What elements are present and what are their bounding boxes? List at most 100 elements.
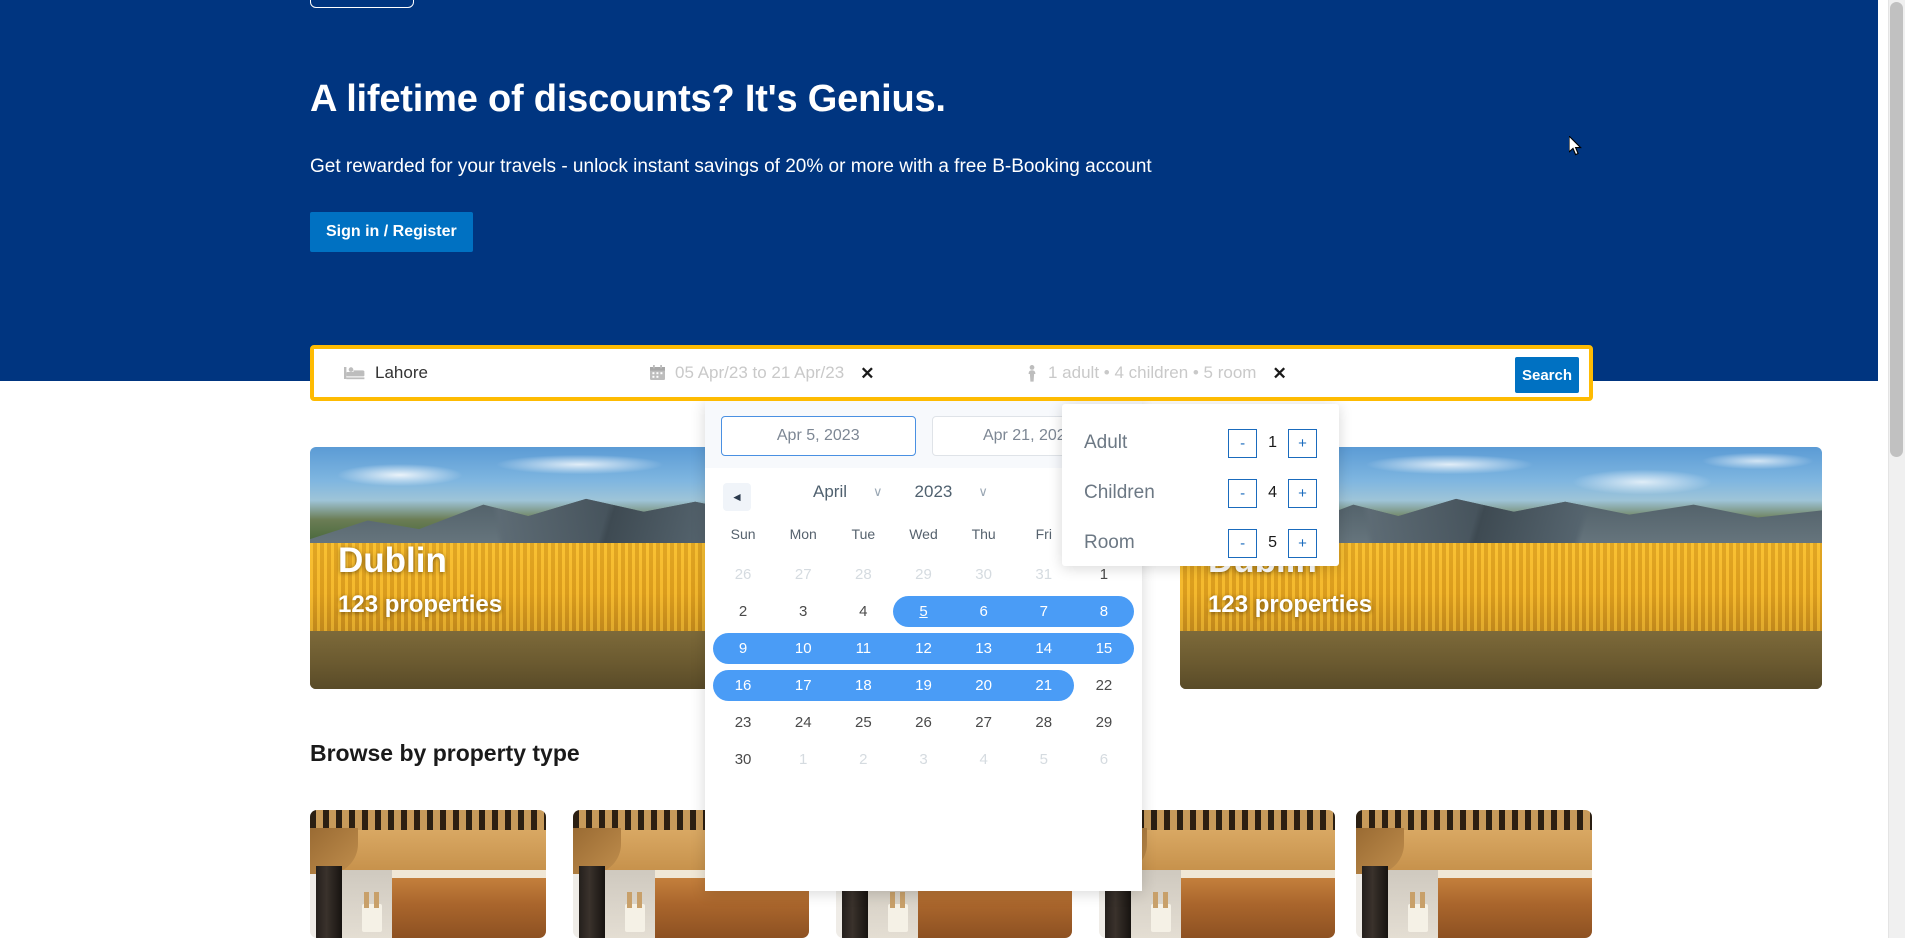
photo-lamp [625, 892, 645, 932]
calendar-week-row: 9 10 11 12 13 14 15 [705, 630, 1142, 667]
destination-field[interactable]: Lahore [314, 349, 650, 397]
increment-room-button[interactable]: + [1288, 528, 1317, 558]
guests-field[interactable]: 1 adult • 4 children • 5 room ✕ [1026, 349, 1416, 397]
guest-row-room: Room -5 + [1084, 518, 1317, 568]
calendar-day[interactable]: 27 [954, 707, 1014, 738]
decrement-children-button[interactable]: - [1228, 478, 1258, 508]
calendar-day[interactable]: 22 [1074, 670, 1134, 701]
hero-banner: A lifetime of discounts? It's Genius. Ge… [0, 0, 1878, 381]
property-type-card[interactable] [310, 810, 546, 938]
calendar-day[interactable]: 14 [1014, 633, 1074, 664]
start-date-input[interactable]: Apr 5, 2023 [721, 416, 916, 456]
calendar-icon [650, 365, 665, 381]
calendar-day[interactable]: 2 [713, 596, 773, 627]
calendar-day[interactable]: 7 [1014, 596, 1074, 627]
clear-dates-icon[interactable]: ✕ [860, 365, 874, 382]
photo-curtain [316, 866, 342, 938]
photo-lamp [362, 892, 382, 932]
guest-stepper: -1 + [1228, 428, 1317, 458]
previous-month-button[interactable]: ◄ [723, 483, 751, 511]
calendar-day: 27 [794, 566, 812, 583]
sign-in-register-button[interactable]: Sign in / Register [310, 212, 473, 252]
calendar-day[interactable]: 3 [773, 596, 833, 627]
chevron-down-icon: ∨ [978, 484, 988, 499]
calendar-day[interactable]: 24 [773, 707, 833, 738]
photo-lamp [888, 892, 908, 932]
guest-row-children: Children -4 + [1084, 468, 1317, 518]
calendar-day: 28 [855, 566, 872, 583]
photo-curtain [579, 866, 605, 938]
guest-label: Adult [1084, 432, 1128, 453]
month-select[interactable]: April ∨ [813, 482, 883, 502]
calendar-day[interactable]: 6 [954, 596, 1014, 627]
dates-value: 05 Apr/23 to 21 Apr/23 [675, 363, 845, 382]
calendar-weekday: Mon [789, 526, 817, 542]
calendar-day[interactable]: 12 [893, 633, 953, 664]
property-type-photo [310, 810, 546, 938]
dates-field[interactable]: 05 Apr/23 to 21 Apr/23 ✕ [650, 349, 1026, 397]
property-type-card[interactable] [1356, 810, 1592, 938]
calendar-day: 6 [1099, 751, 1109, 768]
calendar-day[interactable]: 13 [954, 633, 1014, 664]
search-button[interactable]: Search [1515, 357, 1579, 393]
guest-stepper: -5 + [1228, 528, 1317, 558]
calendar-day[interactable]: 29 [1074, 707, 1134, 738]
destination-properties-count: 123 properties [338, 591, 503, 618]
children-count: 4 [1268, 484, 1277, 501]
calendar-day: 4 [979, 751, 988, 768]
calendar-day[interactable]: 23 [713, 707, 773, 738]
photo-lamp [1408, 892, 1428, 932]
calendar-day[interactable]: 28 [1014, 707, 1074, 738]
destination-properties-count: 123 properties [1208, 591, 1373, 618]
calendar-day: 29 [915, 566, 932, 583]
scrollbar-thumb[interactable] [1890, 2, 1903, 457]
calendar-weekday: Sun [730, 526, 756, 542]
photo-curtain [1362, 866, 1388, 938]
increment-children-button[interactable]: + [1288, 478, 1317, 508]
photo-ground-layer [1180, 631, 1822, 689]
guest-label: Room [1084, 532, 1135, 553]
calendar-day: 3 [919, 751, 928, 768]
calendar-day[interactable]: 5 [893, 596, 953, 627]
calendar-day[interactable]: 10 [773, 633, 833, 664]
calendar-day[interactable]: 15 [1074, 633, 1134, 664]
calendar-day[interactable]: 30 [713, 744, 773, 775]
calendar-weekday: Wed [909, 526, 938, 542]
calendar-day[interactable]: 26 [893, 707, 953, 738]
photo-headboard [392, 878, 546, 938]
calendar-day[interactable]: 4 [833, 596, 893, 627]
room-count: 5 [1268, 534, 1277, 551]
calendar-day: 2 [859, 751, 868, 768]
photo-ceiling-slats [1356, 810, 1592, 830]
destination-name: Dublin [338, 541, 447, 580]
calendar-day[interactable]: 20 [954, 670, 1014, 701]
chevron-down-icon: ∨ [873, 484, 883, 499]
calendar-day[interactable]: 18 [833, 670, 893, 701]
calendar-weekday: Tue [851, 526, 876, 542]
adult-count: 1 [1268, 434, 1277, 451]
page-scrollbar[interactable] [1888, 0, 1905, 938]
photo-headboard [1181, 878, 1335, 938]
calendar-day[interactable]: 25 [833, 707, 893, 738]
decrement-room-button[interactable]: - [1228, 528, 1258, 558]
calendar-day[interactable]: 8 [1074, 596, 1134, 627]
top-outline-button[interactable] [310, 0, 414, 8]
calendar-day[interactable]: 11 [833, 633, 893, 664]
clear-guests-icon[interactable]: ✕ [1272, 365, 1286, 382]
calendar-day: 5 [1039, 751, 1048, 768]
calendar-day[interactable]: 9 [713, 633, 773, 664]
browse-section-title: Browse by property type [310, 740, 580, 766]
increment-adult-button[interactable]: + [1288, 428, 1317, 458]
calendar-day[interactable]: 21 [1014, 670, 1074, 701]
calendar-day: 30 [975, 566, 992, 583]
guest-stepper: -4 + [1228, 478, 1317, 508]
guest-row-adult: Adult -1 + [1084, 418, 1317, 468]
calendar-day[interactable]: 16 [713, 670, 773, 701]
calendar-day[interactable]: 17 [773, 670, 833, 701]
decrement-adult-button[interactable]: - [1228, 428, 1258, 458]
guests-rows: Adult -1 + Children -4 + Room -5 + [1084, 418, 1317, 568]
photo-ceiling-slats [310, 810, 546, 830]
calendar-day[interactable]: 19 [893, 670, 953, 701]
photo-headboard [1438, 878, 1592, 938]
year-select[interactable]: 2023 ∨ [915, 482, 988, 502]
